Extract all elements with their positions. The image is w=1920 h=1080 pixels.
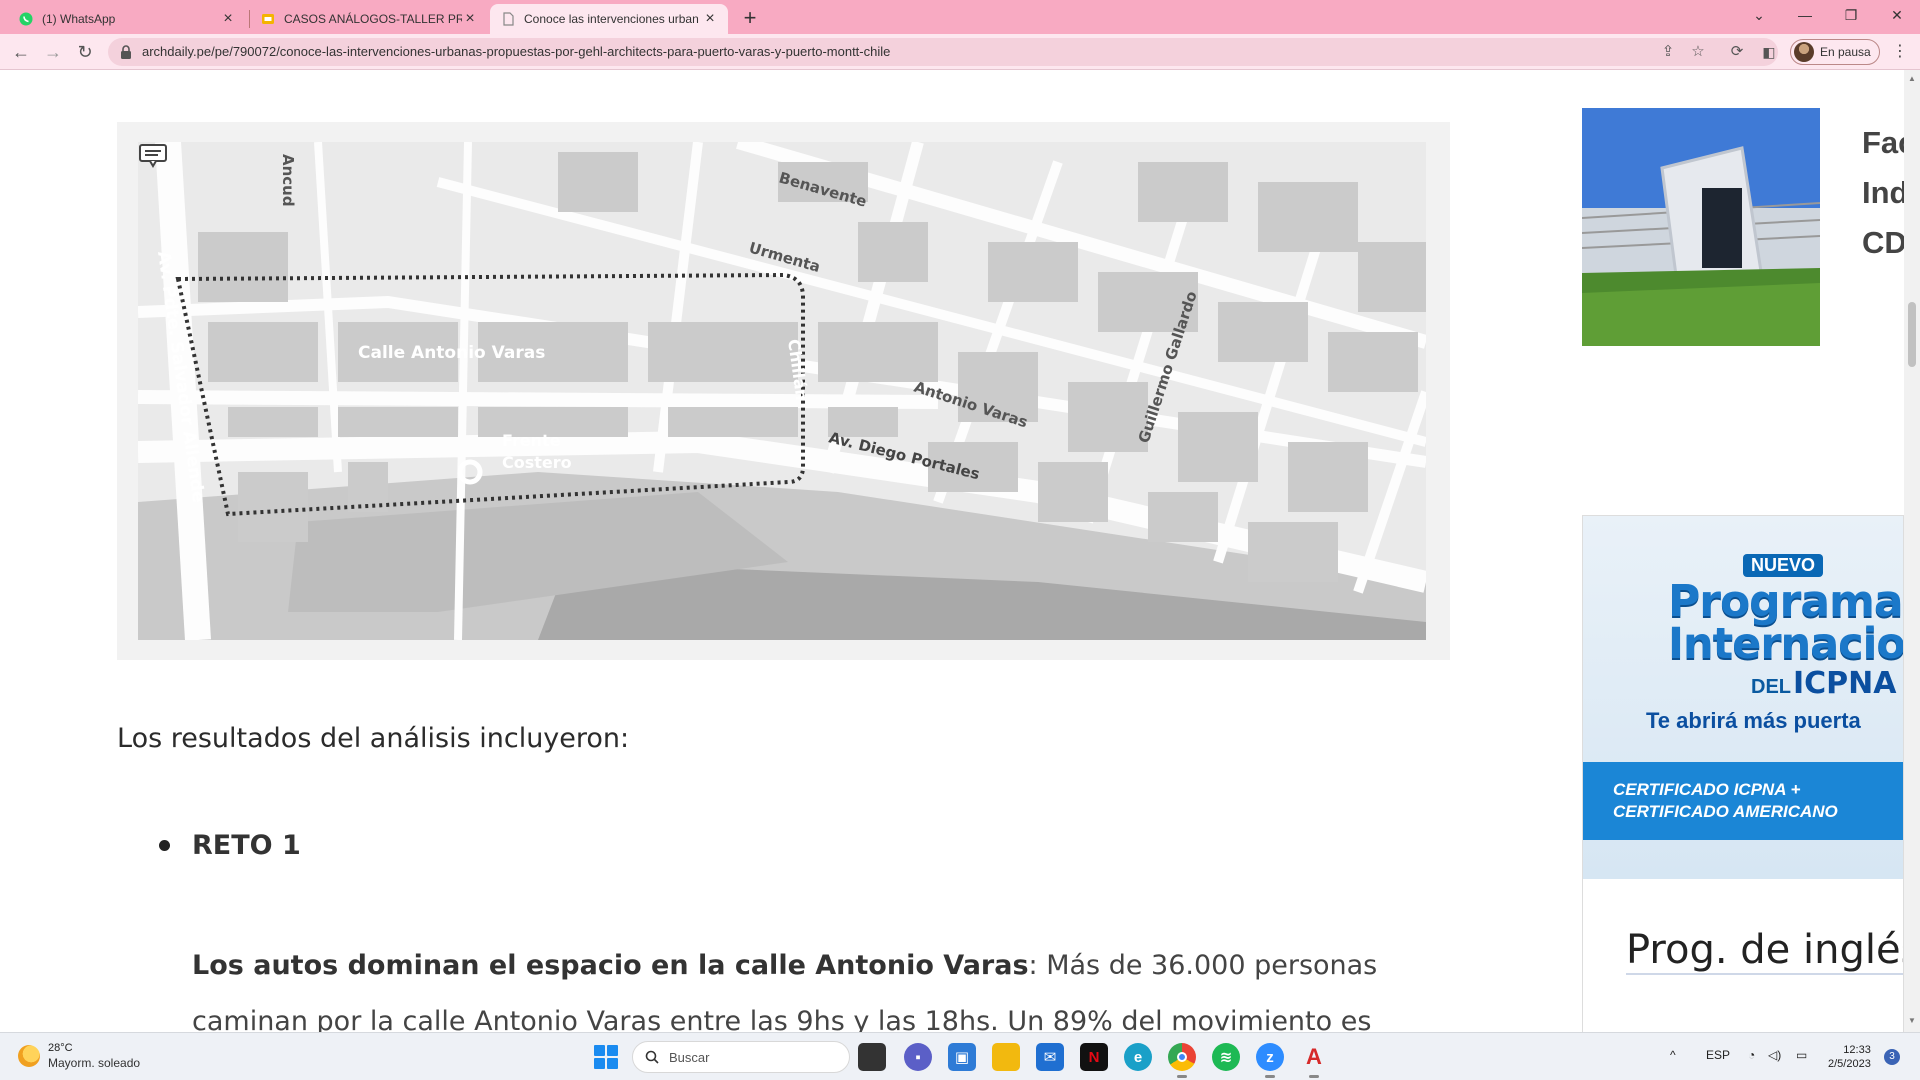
zoom-icon[interactable]: z [1256, 1043, 1284, 1078]
label-ancud: Ancud [279, 154, 297, 207]
browser-toolbar: ← → ↻ archdaily.pe/pe/790072/conoce-las-… [0, 34, 1920, 70]
tab-title: (1) WhatsApp [42, 12, 116, 26]
ad-certificate-band: CERTIFICADO ICPNA + CERTIFICADO AMERICAN… [1583, 762, 1903, 840]
weather-temp: 28°C [48, 1042, 73, 1054]
page-icon [500, 11, 516, 27]
ad-programa-text: Programa [1668, 576, 1903, 627]
chrome-icon[interactable] [1168, 1043, 1196, 1078]
file-explorer-icon[interactable] [992, 1043, 1020, 1071]
slides-icon [260, 11, 276, 27]
label-frente: Frente [502, 431, 561, 450]
label-calle-antonio-varas: Calle Antonio Varas [358, 343, 545, 363]
paragraph-bold-lead: Los autos dominan el espacio en la calle… [192, 950, 1029, 981]
ad-icpna-logo: ICPNA [1793, 666, 1897, 701]
taskbar-search[interactable]: Buscar [632, 1041, 850, 1073]
mail-icon[interactable]: ✉ [1036, 1043, 1064, 1071]
volume-icon[interactable]: ◁) [1768, 1048, 1781, 1062]
ad-cert-line: CERTIFICADO AMERICANO [1613, 802, 1838, 821]
ad-del-text: DEL [1751, 676, 1791, 698]
reto-heading: RETO 1 [192, 830, 301, 861]
ad-title[interactable]: Prog. de inglés [1626, 927, 1903, 975]
building-photo [1582, 108, 1820, 346]
tab-casos-analogos[interactable]: CASOS ANÁLOGOS-TALLER PRE × [250, 4, 488, 34]
caption-icon[interactable] [138, 142, 168, 168]
side-panel-icon[interactable]: ◧ [1756, 39, 1782, 65]
ad-internacional-text: Internaciona [1668, 619, 1904, 669]
notification-badge[interactable]: 3 [1884, 1049, 1900, 1065]
close-icon[interactable]: × [220, 11, 236, 27]
menu-icon[interactable]: ⋮ [1890, 40, 1910, 64]
clock-time: 12:33 [1843, 1044, 1871, 1056]
url-text: archdaily.pe/pe/790072/conoce-las-interv… [142, 44, 891, 59]
share-icon[interactable]: ⇪ [1658, 42, 1678, 62]
ad-footer: Prog. de inglés [1583, 879, 1903, 1032]
forward-button[interactable]: → [40, 39, 66, 65]
page-scrollbar[interactable]: ▲ ▼ [1904, 70, 1920, 1032]
sun-icon [18, 1045, 40, 1067]
ad-nuevo-badge: NUEVO [1743, 554, 1824, 577]
advertisement[interactable]: NUEVO Programa Internaciona DEL ICPNA Te… [1582, 515, 1904, 1032]
close-icon[interactable]: × [702, 11, 718, 27]
restore-button[interactable]: ❐ [1828, 0, 1874, 30]
ad-tagline: Te abrirá más puerta [1646, 708, 1861, 733]
label-costero: Costero [502, 453, 572, 472]
tab-search-icon[interactable]: ⌄ [1736, 0, 1782, 30]
tab-whatsapp[interactable]: (1) WhatsApp × [8, 4, 246, 34]
new-tab-button[interactable]: + [736, 4, 764, 32]
avatar [1794, 42, 1814, 62]
scroll-up-icon[interactable]: ▲ [1907, 74, 1917, 84]
battery-icon[interactable]: ▭ [1796, 1048, 1807, 1062]
search-placeholder: Buscar [669, 1049, 710, 1065]
whatsapp-icon [18, 11, 34, 27]
ad-banner: NUEVO Programa Internaciona DEL ICPNA Te… [1583, 516, 1904, 879]
profile-status: En pausa [1820, 45, 1871, 59]
weather-widget[interactable]: 28°C Mayorm. soleado [18, 1042, 140, 1070]
system-clock[interactable]: 12:33 2/5/2023 [1828, 1043, 1871, 1071]
search-icon [645, 1050, 659, 1064]
weather-desc: Mayorm. soleado [48, 1056, 141, 1070]
scroll-down-icon[interactable]: ▼ [1907, 1016, 1917, 1026]
clock-date: 2/5/2023 [1828, 1058, 1871, 1070]
page-content: Ancud Benavente Urmenta Av. Pdte. Salvad… [0, 70, 1920, 1032]
related-article-thumbnail[interactable] [1582, 108, 1820, 346]
ad-cert-line: CERTIFICADO ICPNA + [1613, 780, 1801, 799]
language-indicator[interactable]: ESP [1706, 1048, 1730, 1062]
acrobat-icon[interactable]: A [1300, 1043, 1328, 1078]
close-icon[interactable]: × [462, 11, 478, 27]
address-bar[interactable]: archdaily.pe/pe/790072/conoce-las-interv… [108, 38, 1778, 66]
back-button[interactable]: ← [8, 39, 34, 65]
wifi-icon[interactable]: ◔ [1748, 1048, 1755, 1062]
store-icon[interactable]: ▣ [948, 1043, 976, 1071]
tab-title: CASOS ANÁLOGOS-TALLER PRE [284, 12, 462, 26]
task-view-icon[interactable] [858, 1043, 886, 1071]
extensions-icon[interactable]: ⟳ [1724, 39, 1750, 65]
article-paragraph: Los autos dominan el espacio en la calle… [192, 938, 1462, 1032]
tab-archdaily[interactable]: Conoce las intervenciones urban × [490, 4, 728, 34]
tab-title: Conoce las intervenciones urban [524, 12, 699, 26]
teams-chat-icon[interactable]: ▪ [904, 1043, 932, 1071]
close-window-button[interactable]: ✕ [1874, 0, 1920, 30]
netflix-icon[interactable]: N [1080, 1043, 1108, 1071]
spotify-icon[interactable]: ≋ [1212, 1043, 1240, 1071]
show-hidden-icons[interactable]: ^ [1670, 1048, 1676, 1062]
minimize-button[interactable]: — [1782, 0, 1828, 30]
bullet-point [159, 840, 170, 851]
urban-map: Ancud Benavente Urmenta Av. Pdte. Salvad… [138, 142, 1426, 640]
lock-icon [121, 45, 131, 59]
profile-button[interactable]: En pausa [1790, 39, 1880, 65]
edge-icon[interactable]: e [1124, 1043, 1152, 1071]
tab-strip: (1) WhatsApp × CASOS ANÁLOGOS-TALLER PRE… [0, 0, 1920, 34]
windows-taskbar: 28°C Mayorm. soleado Buscar ▪ ▣ ✉ N e ≋ … [0, 1032, 1920, 1080]
analysis-lead-text: Los resultados del análisis incluyeron: [117, 723, 630, 754]
reload-button[interactable]: ↻ [72, 39, 98, 65]
start-button[interactable] [594, 1045, 618, 1069]
bookmark-star-icon[interactable]: ☆ [1688, 42, 1708, 62]
scroll-thumb[interactable] [1908, 302, 1916, 367]
map-figure[interactable]: Ancud Benavente Urmenta Av. Pdte. Salvad… [117, 122, 1450, 660]
